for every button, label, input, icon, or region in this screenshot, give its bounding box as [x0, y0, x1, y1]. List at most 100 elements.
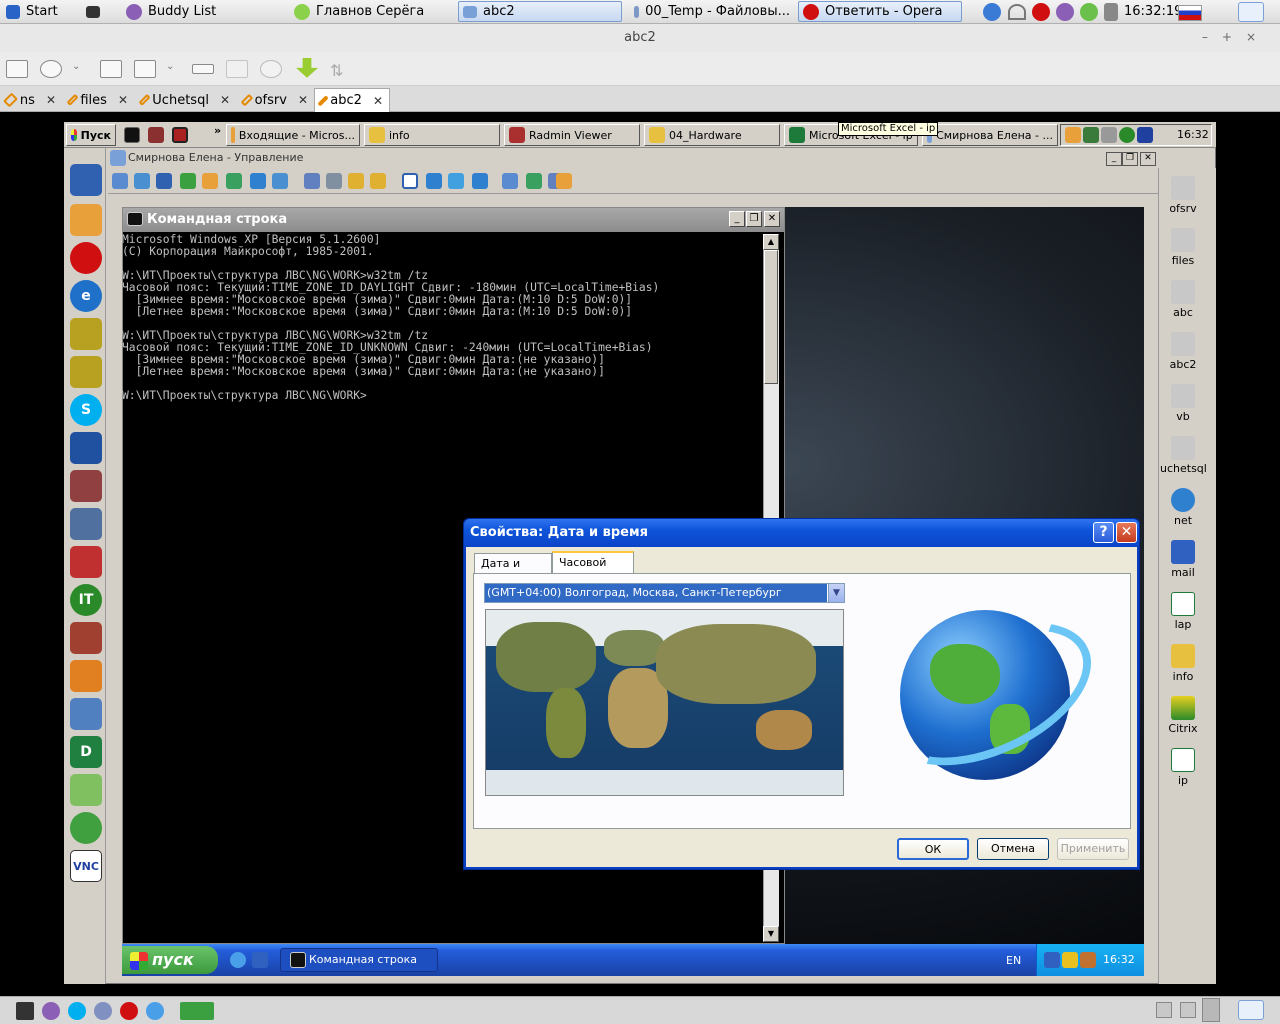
tab-files[interactable]: files ✕ — [64, 88, 134, 112]
dock-icon-edit[interactable] — [70, 470, 102, 502]
language-indicator[interactable]: EN — [1006, 954, 1021, 967]
toolbar-icon[interactable] — [180, 173, 196, 189]
scroll-up-icon[interactable]: ▲ — [763, 234, 779, 250]
minimize-icon[interactable]: _ — [1106, 152, 1122, 166]
cmd-icon[interactable] — [124, 127, 140, 143]
host-task-0[interactable]: Главнов Серёга — [290, 1, 450, 22]
right-item-7[interactable]: mail — [1160, 540, 1206, 579]
browser-icon[interactable] — [146, 1002, 164, 1020]
settings-gear-icon[interactable] — [94, 1002, 112, 1020]
right-item-10[interactable]: Citrix — [1160, 696, 1206, 735]
pidgin-icon[interactable] — [42, 1002, 60, 1020]
terminal-icon[interactable] — [16, 1002, 34, 1020]
settings-gear-icon[interactable] — [260, 60, 282, 78]
host-start-button[interactable]: Start — [2, 1, 72, 22]
tray-pidgin-icon[interactable] — [1056, 3, 1074, 21]
app-icon[interactable] — [148, 127, 164, 143]
chevron-down-icon[interactable]: ⌄ — [72, 61, 80, 72]
tray-help-icon[interactable] — [983, 3, 1001, 21]
right-item-3[interactable]: abc2 — [1160, 332, 1206, 371]
toolbar-icon[interactable] — [426, 173, 442, 189]
remote-task-3[interactable]: 04_Hardware — [644, 124, 780, 146]
move-icon[interactable] — [40, 60, 62, 78]
close-icon[interactable]: ✕ — [1140, 152, 1156, 166]
host-window-controls[interactable]: –+× — [1202, 30, 1270, 44]
timezone-value[interactable]: (GMT+04:00) Волгоград, Москва, Санкт-Пет… — [485, 584, 827, 602]
remote-task-2[interactable]: Radmin Viewer — [504, 124, 640, 146]
russian-flag-icon[interactable] — [1178, 5, 1202, 21]
ie-icon[interactable] — [230, 952, 246, 968]
right-item-4[interactable]: vb — [1160, 384, 1206, 423]
xp-clock[interactable]: 16:32 — [1103, 953, 1135, 966]
right-item-1[interactable]: files — [1160, 228, 1206, 267]
tab-ofsrv[interactable]: ofsrv ✕ — [238, 88, 314, 112]
host-task-2[interactable]: 00_Temp - Файловы... — [630, 1, 790, 22]
tray-icon[interactable] — [1202, 998, 1220, 1022]
host-task-1[interactable]: abc2 — [458, 1, 622, 22]
tray-opera-icon[interactable] — [1032, 3, 1050, 21]
host-desktop-button[interactable] — [82, 1, 112, 22]
tray-icon[interactable] — [1083, 127, 1099, 143]
overflow-icon[interactable]: » — [214, 124, 221, 137]
cancel-button[interactable]: Отмена — [977, 838, 1049, 860]
toolbar-icon[interactable] — [448, 173, 464, 189]
ok-button[interactable]: ОК — [897, 838, 969, 860]
toolbar-icon[interactable] — [272, 173, 288, 189]
toolbar-icon[interactable] — [326, 173, 342, 189]
toolbar-icon[interactable] — [502, 173, 518, 189]
right-item-11[interactable]: ip — [1160, 748, 1206, 787]
zoom-icon[interactable] — [134, 60, 156, 78]
close-button[interactable]: ✕ — [1116, 522, 1137, 543]
keyboard-icon[interactable] — [192, 64, 214, 74]
tab-date-time[interactable]: Дата и время — [474, 553, 552, 590]
toolbar-icon[interactable] — [250, 173, 266, 189]
quicklaunch-icon[interactable] — [252, 952, 268, 968]
chevron-down-icon[interactable]: ▼ — [828, 584, 844, 602]
dock-icon-network[interactable] — [70, 318, 102, 350]
dock-icon-outlook[interactable] — [70, 204, 102, 236]
dock-icon-network[interactable] — [70, 356, 102, 388]
tray-battery-icon[interactable] — [1104, 3, 1118, 21]
toolbar-icon[interactable] — [370, 173, 386, 189]
right-item-2[interactable]: abc — [1160, 280, 1206, 319]
host-clock[interactable]: 16:32:19 — [1124, 4, 1182, 19]
tray-icon[interactable] — [1080, 952, 1096, 968]
right-item-5[interactable]: uchetsql — [1160, 436, 1207, 475]
dock-icon-computer[interactable] — [70, 164, 102, 196]
dock-icon-firewall[interactable] — [70, 622, 102, 654]
wifi-icon[interactable] — [1008, 4, 1026, 20]
minimize-icon[interactable]: _ — [729, 211, 745, 227]
tab-abc2[interactable]: abc2 ✕ — [314, 88, 390, 112]
scroll-down-icon[interactable]: ▼ — [763, 926, 779, 942]
toolbar-icon[interactable] — [472, 173, 488, 189]
tray-icon[interactable] — [1101, 127, 1117, 143]
tray-icon[interactable] — [1119, 127, 1135, 143]
scroll-thumb[interactable] — [764, 250, 778, 384]
close-icon[interactable]: ✕ — [118, 93, 128, 107]
remote-task-0[interactable]: Входящие - Micros... — [226, 124, 360, 146]
tab-timezone[interactable]: Часовой пояс — [552, 551, 634, 589]
restore-icon[interactable]: ❐ — [746, 211, 762, 227]
right-item-0[interactable]: ofsrv — [1160, 176, 1206, 215]
toolbar-icon[interactable] — [112, 173, 128, 189]
dock-icon-opera[interactable] — [70, 242, 102, 274]
dock-icon-skype[interactable]: S — [70, 394, 102, 426]
dock-icon-ie[interactable]: e — [70, 280, 102, 312]
dock-icon-flower[interactable] — [70, 812, 102, 844]
close-icon[interactable]: ✕ — [373, 94, 383, 108]
close-icon[interactable]: ✕ — [764, 211, 780, 227]
right-item-8[interactable]: lap — [1160, 592, 1206, 631]
host-task-3[interactable]: Ответить - Opera — [798, 1, 962, 22]
skype-icon[interactable] — [68, 1002, 86, 1020]
toolbar-icon[interactable] — [202, 173, 218, 189]
download-icon[interactable] — [296, 58, 318, 78]
windows-icon[interactable] — [100, 60, 122, 78]
dock-icon-vnc[interactable]: VNC — [70, 850, 102, 882]
dock-icon-it[interactable]: IT — [70, 584, 102, 616]
apply-button[interactable]: Применить — [1057, 838, 1129, 860]
system-monitor-icon[interactable] — [180, 1002, 214, 1020]
close-icon[interactable]: ✕ — [46, 93, 56, 107]
cad-icon[interactable] — [226, 60, 248, 78]
dock-icon-tool[interactable] — [70, 546, 102, 578]
app-icon[interactable] — [172, 127, 188, 143]
